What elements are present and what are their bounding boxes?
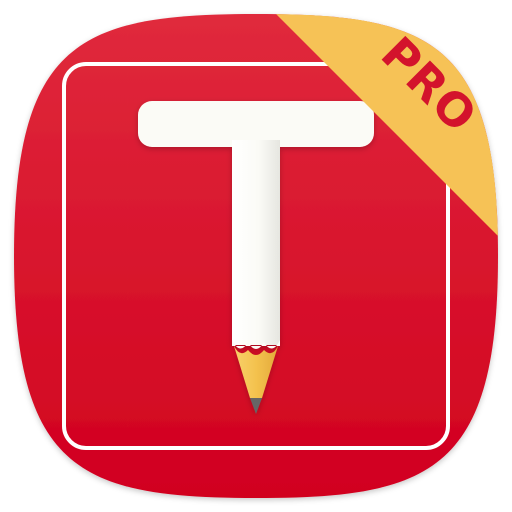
app-icon: PRO [0, 0, 512, 512]
app-icon-artwork: PRO [14, 14, 498, 498]
